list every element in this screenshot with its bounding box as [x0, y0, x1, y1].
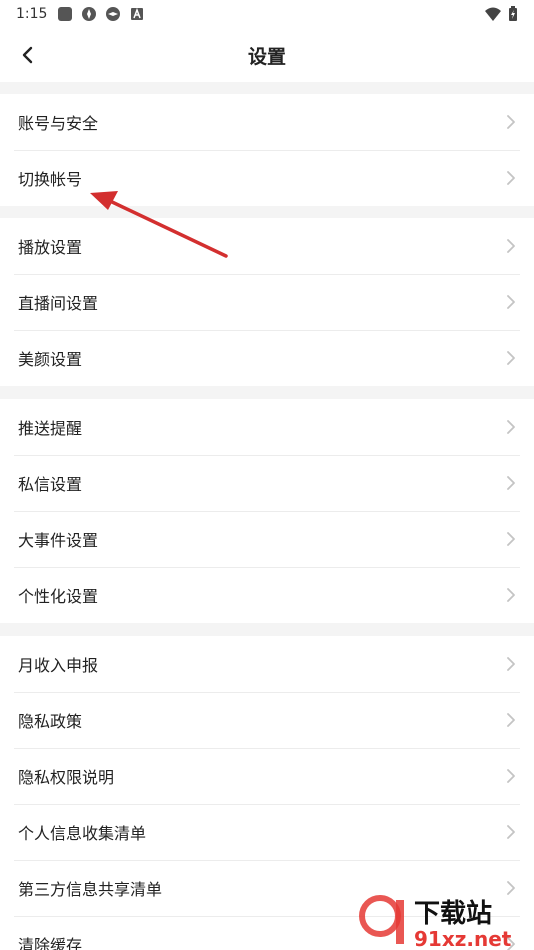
wifi-icon: [485, 7, 501, 21]
status-time: 1:15: [16, 6, 48, 22]
settings-section-playback: 播放设置 直播间设置 美颜设置: [0, 218, 534, 386]
settings-item-label: 播放设置: [18, 238, 83, 257]
settings-item-label: 个性化设置: [18, 587, 99, 606]
a-badge-icon: [131, 7, 144, 20]
watermark-sub-text: 91xz.net: [414, 927, 512, 950]
notification-square-icon: [58, 7, 73, 21]
back-button[interactable]: [14, 42, 40, 68]
chevron-right-icon: [507, 239, 515, 253]
settings-section-account: 账号与安全 切换帐号: [0, 94, 534, 206]
page-title: 设置: [247, 45, 286, 68]
settings-item-label: 美颜设置: [18, 350, 83, 369]
settings-item-label: 切换帐号: [18, 170, 83, 189]
settings-item-label: 直播间设置: [18, 294, 99, 313]
battery-icon: [509, 6, 517, 21]
settings-item-label: 清除缓存: [18, 936, 83, 950]
chevron-right-icon: [507, 171, 515, 185]
settings-section-notifications: 推送提醒 私信设置 大事件设置 个性化设置: [0, 399, 534, 623]
status-bar: 1:15: [0, 0, 534, 28]
chevron-right-icon: [507, 588, 515, 602]
settings-item-info-collection[interactable]: 个人信息收集清单: [0, 804, 534, 860]
app-notification-icon: [82, 7, 97, 21]
site-watermark: 下载站 91xz.net: [359, 895, 512, 950]
chevron-right-icon: [507, 420, 515, 434]
chevron-right-icon: [507, 532, 515, 546]
chevron-right-icon: [507, 351, 515, 365]
settings-item-label: 账号与安全: [18, 114, 99, 133]
settings-item-label: 私信设置: [18, 475, 83, 494]
settings-item-personalize[interactable]: 个性化设置: [0, 567, 534, 623]
settings-item-label: 推送提醒: [18, 419, 83, 438]
settings-item-label: 大事件设置: [18, 531, 99, 550]
settings-item-label: 隐私权限说明: [18, 768, 115, 787]
settings-item-big-event[interactable]: 大事件设置: [0, 511, 534, 567]
settings-item-private-message[interactable]: 私信设置: [0, 455, 534, 511]
chevron-right-icon: [507, 115, 515, 129]
chevron-right-icon: [507, 476, 515, 490]
settings-item-push[interactable]: 推送提醒: [0, 399, 534, 455]
settings-item-privacy-policy[interactable]: 隐私政策: [0, 692, 534, 748]
settings-item-label: 第三方信息共享清单: [18, 880, 163, 899]
chevron-right-icon: [507, 769, 515, 783]
settings-item-label: 个人信息收集清单: [18, 824, 147, 843]
app-notification-icon-2: [106, 7, 121, 21]
chevron-left-icon: [22, 46, 33, 64]
settings-item-label: 月收入申报: [18, 656, 99, 675]
settings-item-income[interactable]: 月收入申报: [0, 636, 534, 692]
watermark-main-text: 下载站: [414, 899, 492, 929]
settings-item-switch-account[interactable]: 切换帐号: [0, 150, 534, 206]
settings-item-live-room[interactable]: 直播间设置: [0, 274, 534, 330]
chevron-right-icon: [507, 713, 515, 727]
settings-item-permission[interactable]: 隐私权限说明: [0, 748, 534, 804]
settings-item-playback[interactable]: 播放设置: [0, 218, 534, 274]
chevron-right-icon: [507, 825, 515, 839]
settings-item-label: 隐私政策: [18, 712, 83, 731]
settings-item-beauty[interactable]: 美颜设置: [0, 330, 534, 386]
top-bar: 设置: [0, 28, 534, 82]
settings-item-account-security[interactable]: 账号与安全: [0, 94, 534, 150]
chevron-right-icon: [507, 657, 515, 671]
chevron-right-icon: [507, 295, 515, 309]
